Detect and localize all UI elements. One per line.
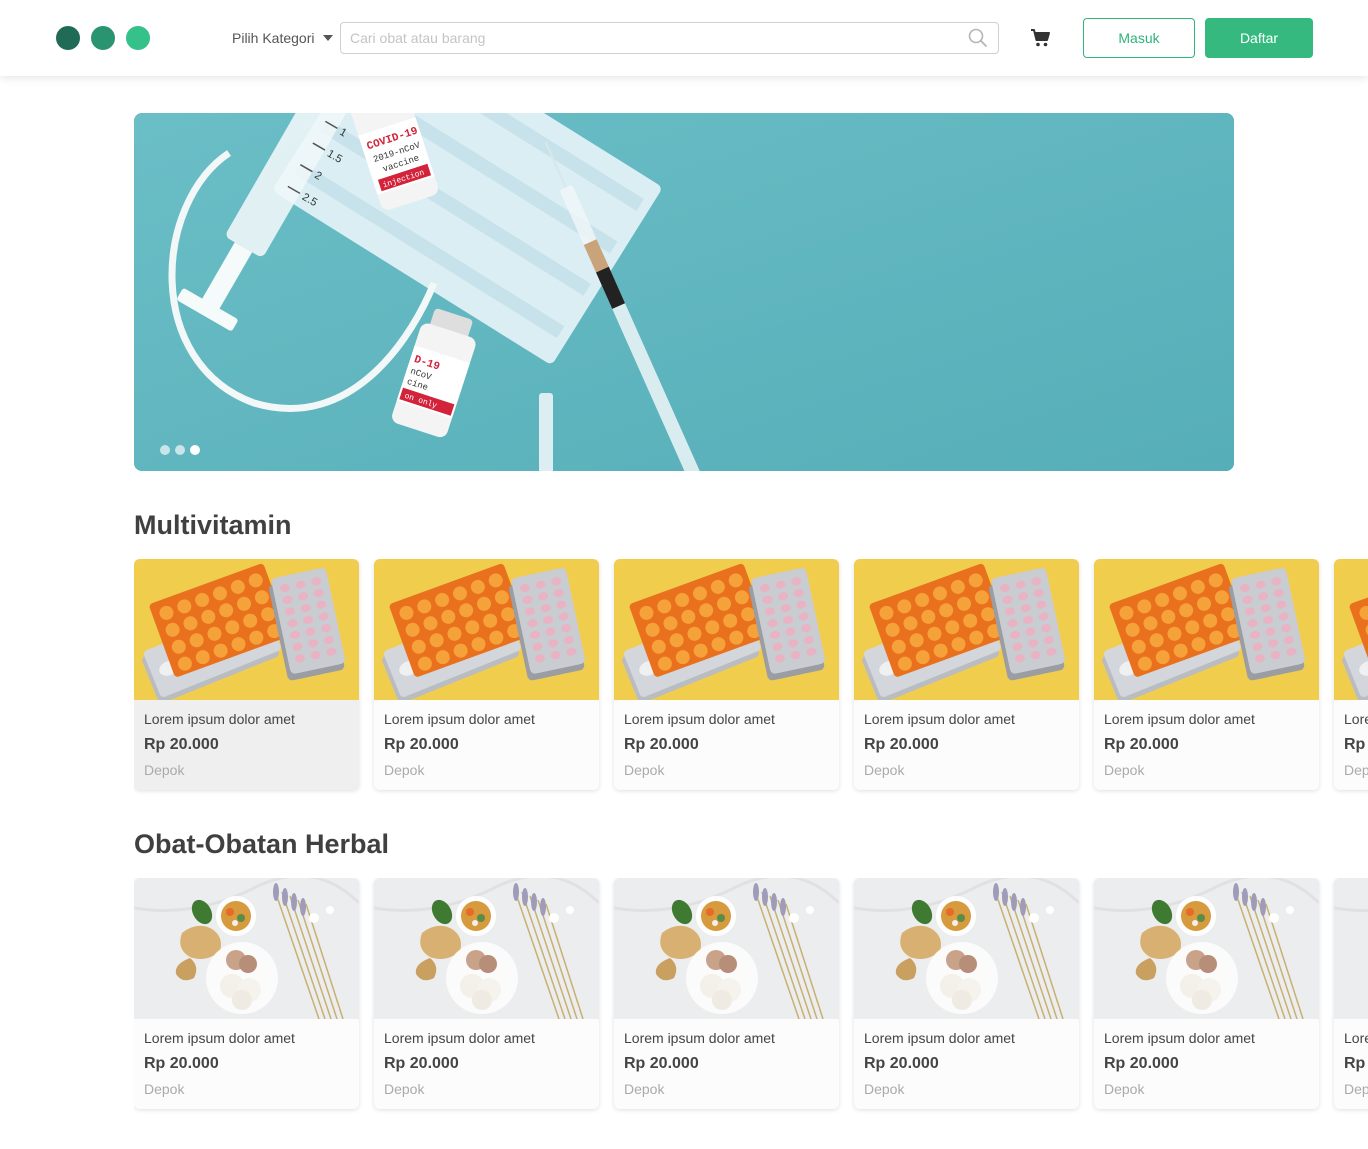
- shopping-cart-icon[interactable]: [1030, 28, 1052, 53]
- product-card[interactable]: Lorem ipsum dolor amet Rp 20.000 Depok: [134, 559, 359, 790]
- product-card[interactable]: Lorem ipsum dolor amet Rp 20.000 Depok: [134, 878, 359, 1109]
- product-card[interactable]: Lorem ipsum dolor amet Rp 20.000 Depok: [614, 878, 839, 1109]
- product-location: Depok: [864, 762, 905, 778]
- product-location: Depok: [384, 762, 425, 778]
- product-location: Depok: [1344, 1081, 1368, 1097]
- logo-dot: [126, 26, 150, 50]
- product-card[interactable]: Lorem ipsum dolor amet Rp 20.000 Depok: [1334, 878, 1368, 1109]
- search-icon[interactable]: [968, 28, 988, 53]
- product-image: [614, 559, 839, 700]
- section-title-multivitamin: Multivitamin: [134, 510, 292, 540]
- product-image: [134, 878, 359, 1019]
- product-name: Lorem ipsum dolor amet: [864, 1030, 1015, 1046]
- product-price: Rp 20.000: [624, 736, 699, 753]
- product-card[interactable]: Lorem ipsum dolor amet Rp 20.000 Depok: [1094, 559, 1319, 790]
- product-name: Lorem ipsum dolor amet: [1104, 711, 1255, 727]
- product-name: Lorem ipsum dolor amet: [1344, 1030, 1368, 1046]
- product-price: Rp 20.000: [1104, 1055, 1179, 1072]
- carousel-dot[interactable]: [190, 445, 200, 455]
- section-title-herbal: Obat-Obatan Herbal: [134, 829, 390, 859]
- product-price: Rp 20.000: [864, 1055, 939, 1072]
- product-name: Lorem ipsum dolor amet: [624, 1030, 775, 1046]
- carousel-dots: [160, 445, 200, 455]
- category-dropdown[interactable]: Pilih Kategori: [232, 30, 333, 46]
- product-location: Depok: [1104, 1081, 1145, 1097]
- carousel-dot[interactable]: [160, 445, 170, 455]
- product-image: [854, 559, 1079, 700]
- product-name: Lorem ipsum dolor amet: [144, 1030, 295, 1046]
- promo-banner-carousel[interactable]: 1 1.5 2 2.5 COVID-19 2019-nCoV vaccine i…: [134, 113, 1234, 471]
- product-name: Lorem ipsum dolor amet: [1104, 1030, 1255, 1046]
- product-price: Rp 20.000: [864, 736, 939, 753]
- product-price: Rp 20.000: [1344, 736, 1368, 753]
- product-image: [854, 878, 1079, 1019]
- product-price: Rp 20.000: [1344, 1055, 1368, 1072]
- product-name: Lorem ipsum dolor amet: [1344, 711, 1368, 727]
- product-card[interactable]: Lorem ipsum dolor amet Rp 20.000 Depok: [854, 559, 1079, 790]
- product-price: Rp 20.000: [144, 736, 219, 753]
- product-location: Depok: [1104, 762, 1145, 778]
- product-price: Rp 20.000: [384, 736, 459, 753]
- product-name: Lorem ipsum dolor amet: [864, 711, 1015, 727]
- category-label: Pilih Kategori: [232, 30, 315, 46]
- product-price: Rp 20.000: [624, 1055, 699, 1072]
- login-button[interactable]: Masuk: [1083, 18, 1195, 58]
- carousel-dot[interactable]: [175, 445, 185, 455]
- product-location: Depok: [864, 1081, 905, 1097]
- product-name: Lorem ipsum dolor amet: [144, 711, 295, 727]
- product-location: Depok: [384, 1081, 425, 1097]
- product-name: Lorem ipsum dolor amet: [384, 711, 535, 727]
- product-image: [614, 878, 839, 1019]
- product-card[interactable]: Lorem ipsum dolor amet Rp 20.000 Depok: [1094, 878, 1319, 1109]
- register-button[interactable]: Daftar: [1205, 18, 1313, 58]
- product-image: [1334, 878, 1368, 1019]
- product-price: Rp 20.000: [144, 1055, 219, 1072]
- product-card[interactable]: Lorem ipsum dolor amet Rp 20.000 Depok: [374, 878, 599, 1109]
- product-name: Lorem ipsum dolor amet: [384, 1030, 535, 1046]
- product-price: Rp 20.000: [1104, 736, 1179, 753]
- top-navbar: Pilih Kategori Masuk Daftar: [0, 0, 1368, 76]
- product-location: Depok: [624, 762, 665, 778]
- product-location: Depok: [624, 1081, 665, 1097]
- product-image: [1334, 559, 1368, 700]
- logo[interactable]: [56, 26, 150, 50]
- search-input[interactable]: [341, 23, 941, 53]
- product-location: Depok: [1344, 762, 1368, 778]
- product-card[interactable]: Lorem ipsum dolor amet Rp 20.000 Depok: [854, 878, 1079, 1109]
- logo-dot: [91, 26, 115, 50]
- product-card[interactable]: Lorem ipsum dolor amet Rp 20.000 Depok: [614, 559, 839, 790]
- product-image: [1094, 559, 1319, 700]
- product-image: [374, 559, 599, 700]
- product-row-multivitamin: Lorem ipsum dolor amet Rp 20.000 Depok Lore…: [134, 559, 1368, 799]
- product-card[interactable]: Lorem ipsum dolor amet Rp 20.000 Depok: [1334, 559, 1368, 790]
- product-row-herbal: Lorem ipsum dolor amet Rp 20.000 Depok Lore…: [134, 878, 1368, 1118]
- product-image: [374, 878, 599, 1019]
- product-location: Depok: [144, 1081, 185, 1097]
- product-image: [1094, 878, 1319, 1019]
- product-price: Rp 20.000: [384, 1055, 459, 1072]
- product-name: Lorem ipsum dolor amet: [624, 711, 775, 727]
- product-location: Depok: [144, 762, 185, 778]
- product-image: [134, 559, 359, 700]
- product-card[interactable]: Lorem ipsum dolor amet Rp 20.000 Depok: [374, 559, 599, 790]
- search-bar: [340, 22, 999, 54]
- logo-dot: [56, 26, 80, 50]
- caret-down-icon: [322, 35, 333, 41]
- banner-image: 1 1.5 2 2.5 COVID-19 2019-nCoV vaccine i…: [134, 113, 1234, 471]
